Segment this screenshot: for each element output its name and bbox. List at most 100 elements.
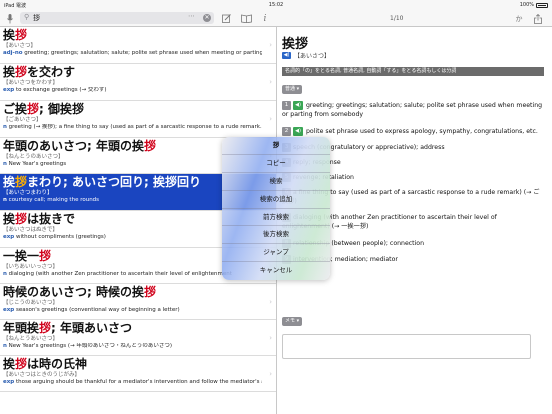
headword-text: を交わす xyxy=(27,65,76,79)
pos-tag: exp xyxy=(3,234,15,240)
result-definition: n New Year's greetings (→ 年頭のあいさつ・ねんとうのあ… xyxy=(3,343,262,350)
result-headword: 挨拶は時の氏神 xyxy=(3,357,262,372)
headword-text: ご挨 xyxy=(3,102,28,116)
book-icon[interactable] xyxy=(240,11,252,26)
headword-highlight: 拶 xyxy=(27,102,40,116)
headword-text: 挨 xyxy=(3,212,16,226)
pos-tag: exp xyxy=(3,379,15,385)
context-menu-item[interactable]: 前方検索 xyxy=(222,209,330,227)
context-menu-item[interactable]: コピー xyxy=(222,155,330,173)
result-definition: adj-no greeting; greetings; salutation; … xyxy=(3,50,262,57)
definition-text: to exchange greetings (→ 交わす) xyxy=(14,87,107,93)
headword-highlight: 拶 xyxy=(15,65,28,79)
search-input[interactable]: ⚲ 拶 ⋯ ✕ xyxy=(20,12,214,24)
info-icon[interactable]: i xyxy=(260,11,270,26)
result-headword: 挨拶 xyxy=(3,28,262,43)
memo-field[interactable] xyxy=(282,334,531,359)
definition-text: courtesy call; making the rounds xyxy=(6,197,100,203)
audio-icon[interactable]: ◀) xyxy=(293,101,303,110)
sense-number: 1 xyxy=(282,101,291,110)
headword-highlight: 拶 xyxy=(39,321,52,335)
result-definition: n greeting (→ 挨拶); a fine thing to say (… xyxy=(3,124,262,131)
sense-text: polite set phrase used to express apolog… xyxy=(306,128,538,135)
result-definition: exp season's greetings (conventional way… xyxy=(3,307,262,314)
headword-text: 年頭挨 xyxy=(3,321,40,335)
pos-tag: exp xyxy=(3,307,15,313)
entry-reading: 【あいさつ】 xyxy=(294,53,331,60)
definition-text: New Year's greetings (→ 年頭のあいさつ・ねんとうのあいさ… xyxy=(6,343,173,349)
headword-highlight: 拶 xyxy=(143,285,156,299)
context-menu-item[interactable]: 検索 xyxy=(222,173,330,191)
result-reading: 【じこうのあいさつ】 xyxy=(3,300,59,306)
search-icon: ⚲ xyxy=(24,13,30,21)
headword-text: 時候のあいさつ; 時候の挨 xyxy=(3,285,144,299)
pos-tag: adj-no xyxy=(3,50,23,56)
result-reading: 【ごあいさつ】 xyxy=(3,117,42,123)
field-tag-button[interactable]: 普通 ▾ xyxy=(282,85,303,94)
page-counter: 1/10 xyxy=(390,15,404,22)
result-row[interactable]: 挨拶は時の氏神 【あいさつはときのうじがみ】 exp those arguing s… xyxy=(0,356,276,392)
pos-tag: exp xyxy=(3,87,15,93)
share-icon[interactable] xyxy=(532,11,544,26)
sense-item: 2 ◀) polite set phrase used to express apo… xyxy=(282,127,544,136)
chevron-right-icon: › xyxy=(269,369,272,378)
definition-text: greeting; greetings; salutation; salute;… xyxy=(22,50,262,56)
headword-text: は抜きで xyxy=(27,212,76,226)
chevron-right-icon: › xyxy=(269,333,272,342)
result-definition: exp those arguing should be thankful for… xyxy=(3,379,262,386)
speaker-icon[interactable]: ◀) xyxy=(282,52,291,59)
result-headword: 挨拶を交わす xyxy=(3,65,262,80)
entry-reading-row: ◀) 【あいさつ】 xyxy=(282,51,330,60)
headword-text: 一挨一 xyxy=(3,249,40,263)
context-menu: 拶コピー 検索 検索の追加 前方検索 後方検索 ジャンプ キャンセル xyxy=(222,137,330,280)
kana-button[interactable]: か xyxy=(513,11,525,26)
result-headword: 時候のあいさつ; 時候の挨拶 xyxy=(3,285,262,300)
battery-icon xyxy=(536,2,548,8)
headword-text: ; 御挨拶 xyxy=(39,102,85,116)
headword-highlight: 拶 xyxy=(15,212,28,226)
headword-highlight: 拶 xyxy=(143,139,156,153)
headword-text: ; 年頭あいさつ xyxy=(51,321,133,335)
search-query: 拶 xyxy=(33,14,40,22)
context-menu-item[interactable]: 検索の追加 xyxy=(222,191,330,209)
headword-text: 年頭のあいさつ; 年頭の挨 xyxy=(3,139,144,153)
edit-icon[interactable] xyxy=(220,11,232,26)
result-row[interactable]: 時候のあいさつ; 時候の挨拶 【じこうのあいさつ】 exp season's gre… xyxy=(0,284,276,320)
microphone-icon[interactable] xyxy=(4,11,16,26)
search-options-icon[interactable]: ⋯ xyxy=(188,12,196,20)
clear-search-icon[interactable]: ✕ xyxy=(203,14,211,22)
result-row[interactable]: 挨拶を交わす 【あいさつをかわす】 exp to exchange greeting… xyxy=(0,64,276,101)
headword-highlight: 拶 xyxy=(15,357,28,371)
result-reading: 【あいさつをかわす】 xyxy=(3,80,59,86)
result-reading: 【あいさつ】 xyxy=(3,43,37,49)
definition-text: dialoging (with another Zen practitioner… xyxy=(6,271,232,277)
battery-indicator: 100% xyxy=(520,2,548,8)
sense-item: 1 ◀) greeting; greetings; salutation; salu… xyxy=(282,101,544,119)
result-definition: exp to exchange greetings (→ 交わす) xyxy=(3,87,262,94)
memo-tag-button[interactable]: メモ ▾ xyxy=(282,317,303,326)
headword-highlight: 拶 xyxy=(15,175,28,189)
headword-highlight: 拶 xyxy=(39,249,52,263)
result-row[interactable]: ご挨拶; 御挨拶 【ごあいさつ】 n greeting (→ 挨拶); a fine… xyxy=(0,101,276,138)
result-headword: 年頭挨拶; 年頭あいさつ xyxy=(3,321,262,336)
definition-text: season's greetings (conventional way of … xyxy=(14,307,180,313)
result-row[interactable]: 年頭挨拶; 年頭あいさつ 【ねんとうあいさつ】 n New Year's greet… xyxy=(0,320,276,356)
context-menu-title: 拶 xyxy=(222,137,330,155)
toolbar: ⚲ 拶 ⋯ ✕ i 1/10 か xyxy=(0,10,552,27)
definition-text: those arguing should be thankful for a m… xyxy=(14,379,262,385)
headword-text: 挨 xyxy=(3,65,16,79)
result-row[interactable]: 挨拶 【あいさつ】 adj-no greeting; greetings; salu… xyxy=(0,27,276,64)
sense-number: 2 xyxy=(282,127,291,136)
definition-text: greeting (→ 挨拶); a fine thing to say (us… xyxy=(6,124,262,130)
headword-text: 挨 xyxy=(3,175,16,189)
context-menu-item[interactable]: キャンセル xyxy=(222,262,330,280)
headword-text: 挨 xyxy=(3,357,16,371)
headword-text: 挨 xyxy=(3,28,16,42)
clock: 15:02 xyxy=(268,2,284,8)
context-menu-item[interactable]: ジャンプ xyxy=(222,244,330,263)
context-menu-item[interactable]: 後方検索 xyxy=(222,226,330,245)
chevron-right-icon: › xyxy=(269,78,272,86)
audio-icon[interactable]: ◀) xyxy=(293,127,303,136)
chevron-right-icon: › xyxy=(269,115,272,123)
entry-headword: 挨拶 xyxy=(282,37,309,52)
